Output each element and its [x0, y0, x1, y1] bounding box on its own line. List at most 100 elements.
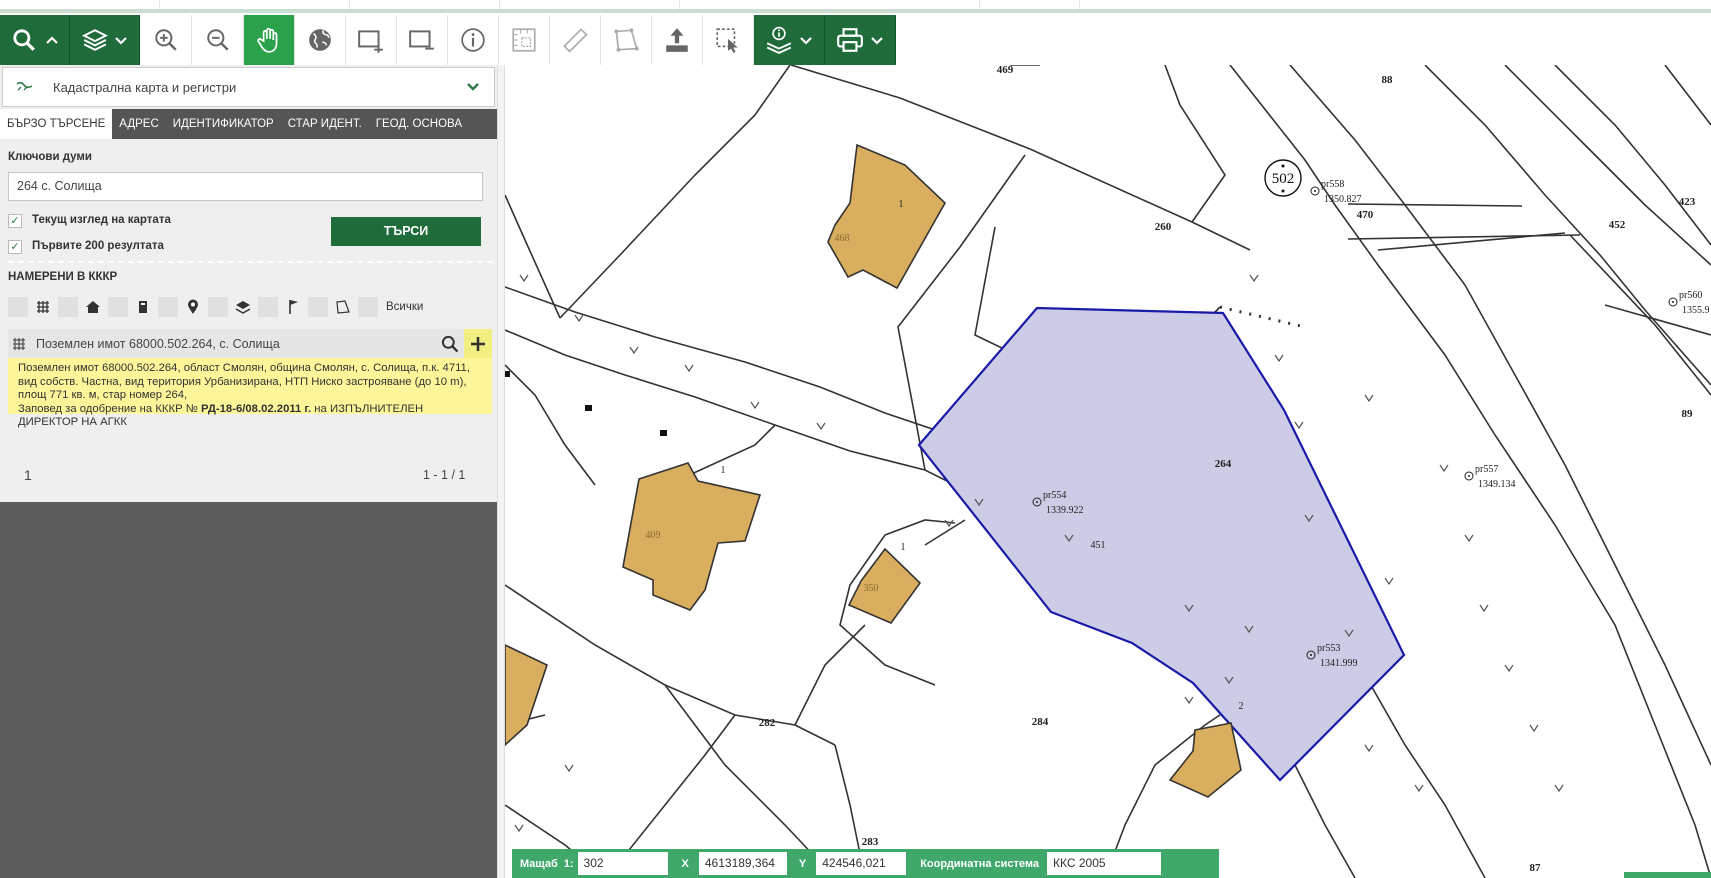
keywords-input[interactable]: 264 с. Солища [8, 172, 483, 201]
upload-button[interactable] [652, 15, 703, 65]
tab-address[interactable]: АДРЕС [112, 109, 166, 139]
point-elevation: 1339.922 [1046, 505, 1084, 516]
filter-building[interactable] [82, 297, 104, 317]
scale-field[interactable]: 302 [577, 852, 668, 875]
order-prefix: Заповед за одобрение на КККР № [18, 402, 198, 415]
measure-area-button[interactable] [499, 15, 550, 65]
panel-empty-area [0, 502, 497, 878]
building-label: 2 [1239, 701, 1244, 712]
tab-identifier[interactable]: ИДЕНТИФИКАТОР [166, 109, 281, 139]
map-canvas[interactable]: 469 88 423 452 470 260 89 264 282 284 28… [505, 65, 1711, 878]
point-elevation: 1349.134 [1478, 479, 1516, 490]
select-icon [716, 28, 738, 53]
grid-icon [13, 337, 25, 350]
filter-box[interactable] [208, 297, 228, 317]
filter-polygon[interactable] [332, 297, 354, 317]
building [505, 644, 548, 747]
expand-result-button[interactable] [464, 329, 492, 358]
print-icon [837, 28, 863, 52]
parcel-label: 409 [646, 530, 661, 541]
layers-icon [81, 29, 108, 51]
point-id: pr553 [1317, 643, 1340, 654]
search-tool-button[interactable] [0, 15, 70, 65]
status-bar: Мащаб 1: 302 X 4613189,364 Y 424546,021 … [512, 849, 1219, 878]
result-description: Поземлен имот 68000.502.264, област Смол… [18, 362, 470, 401]
parcel-label: 451 [1091, 540, 1106, 551]
layer-info-button[interactable] [754, 15, 825, 65]
tab-old-identifier[interactable]: СТАР ИДЕНТ. [281, 109, 369, 139]
building-label: 1 [901, 542, 906, 553]
zoom-in-button[interactable] [140, 15, 192, 65]
layers-button[interactable] [70, 15, 140, 65]
parcel-label: 87 [1530, 862, 1542, 874]
filter-address[interactable] [182, 297, 204, 317]
parcel-label: 283 [862, 836, 879, 848]
crs-select[interactable]: ККС 2005 [1047, 852, 1161, 875]
building [827, 143, 947, 290]
result-title: Поземлен имот 68000.502.264, с. Солища [36, 336, 280, 351]
filter-box[interactable] [358, 297, 378, 317]
filter-apartment[interactable] [132, 297, 154, 317]
parcel-label: 260 [1155, 221, 1172, 233]
zoom-to-result-button[interactable] [436, 329, 464, 358]
page-number[interactable]: 1 [24, 467, 32, 483]
print-button[interactable] [825, 15, 896, 65]
parcel-label: 89 [1682, 408, 1694, 420]
point-id: pr554 [1043, 490, 1066, 501]
polygon-icon [336, 300, 350, 314]
filter-parcel[interactable] [32, 297, 54, 317]
x-coordinate: 4613189,364 [698, 852, 787, 875]
filter-box[interactable] [58, 297, 78, 317]
filter-all[interactable]: Всички [386, 301, 423, 313]
select-button[interactable] [703, 15, 754, 65]
chevron-down-icon [114, 37, 127, 45]
search-panel: Кадастрална карта и регистри БЪРЗО ТЪРСЕ… [0, 65, 497, 502]
current-view-checkbox[interactable]: ✓ [8, 214, 22, 228]
panel-splitter[interactable] [497, 65, 505, 878]
chevron-down-icon [800, 37, 812, 45]
filter-box[interactable] [108, 297, 128, 317]
corner-tab[interactable] [1624, 872, 1711, 878]
pan-button[interactable] [244, 15, 295, 65]
first-200-label: Първите 200 резултата [32, 240, 164, 252]
draw-polygon-button[interactable] [601, 15, 652, 65]
cadastre-icon [16, 81, 33, 91]
zoom-box-in-button[interactable] [346, 15, 397, 65]
identify-button[interactable] [448, 15, 499, 65]
stack-icon [235, 301, 251, 314]
zoom-box-out-button[interactable] [397, 15, 448, 65]
point-id: pr557 [1475, 464, 1498, 475]
filter-box[interactable] [8, 297, 28, 317]
search-button[interactable]: ТЪРСИ [331, 217, 481, 246]
filter-box[interactable] [158, 297, 178, 317]
parcel-label: 350 [864, 583, 879, 594]
tab-geodetic-base[interactable]: ГЕОД. ОСНОВА [369, 109, 469, 139]
zoom-out-icon [206, 29, 229, 51]
filter-layer[interactable] [232, 297, 254, 317]
tab-quick-search[interactable]: БЪРЗО ТЪРСЕНЕ [0, 109, 113, 139]
first-200-checkbox[interactable]: ✓ [8, 240, 22, 254]
filter-box[interactable] [308, 297, 328, 317]
scale-prefix: 1: [563, 857, 574, 870]
box-plus-icon [358, 30, 383, 53]
parcel-label: 423 [1679, 196, 1696, 208]
filter-box[interactable] [258, 297, 278, 317]
filter-point[interactable] [282, 297, 304, 317]
main-toolbar [0, 15, 900, 65]
search-tabs: БЪРЗО ТЪРСЕНЕ АДРЕС ИДЕНТИФИКАТОР СТАР И… [0, 109, 497, 139]
flag-icon [289, 300, 298, 314]
x-label: X [681, 857, 689, 870]
full-extent-button[interactable] [295, 15, 346, 65]
order-number: РД-18-6/08.02.2011 г. [201, 402, 312, 415]
parcel-label: 88 [1382, 74, 1394, 86]
highlighted-parcel-264 [917, 306, 1406, 782]
result-header[interactable]: Поземлен имот 68000.502.264, с. Солища [8, 329, 492, 358]
upload-icon [666, 28, 688, 52]
layer-select[interactable]: Кадастрална карта и регистри [2, 67, 495, 107]
parcel-label: 264 [1215, 458, 1232, 470]
quarter-number-marker: 502 [1264, 159, 1302, 197]
home-icon [86, 301, 100, 313]
point-elevation: 1355.9 [1682, 305, 1710, 316]
measure-distance-button[interactable] [550, 15, 601, 65]
zoom-out-button[interactable] [192, 15, 244, 65]
